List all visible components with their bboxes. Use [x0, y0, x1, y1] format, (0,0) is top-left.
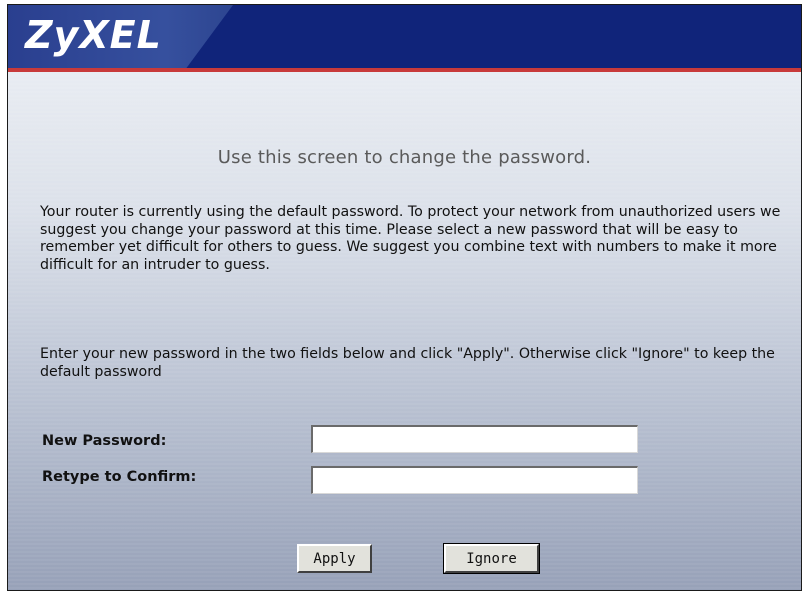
new-password-label: New Password: [42, 433, 167, 449]
password-dialog: ZyXEL Use this screen to change the pass… [7, 4, 802, 591]
apply-button[interactable]: Apply [297, 544, 372, 573]
page-title: Use this screen to change the password. [217, 147, 592, 168]
ignore-button[interactable]: Ignore [443, 543, 540, 574]
header-banner: ZyXEL [8, 5, 801, 72]
header-red-stripe [8, 68, 801, 72]
confirm-password-input[interactable] [311, 466, 638, 494]
zyxel-logo: ZyXEL [25, 13, 162, 57]
confirm-password-label: Retype to Confirm: [42, 469, 197, 485]
instruction-paragraph: Enter your new password in the two field… [40, 346, 775, 380]
new-password-input[interactable] [311, 425, 638, 453]
intro-paragraph: Your router is currently using the defau… [40, 204, 781, 273]
